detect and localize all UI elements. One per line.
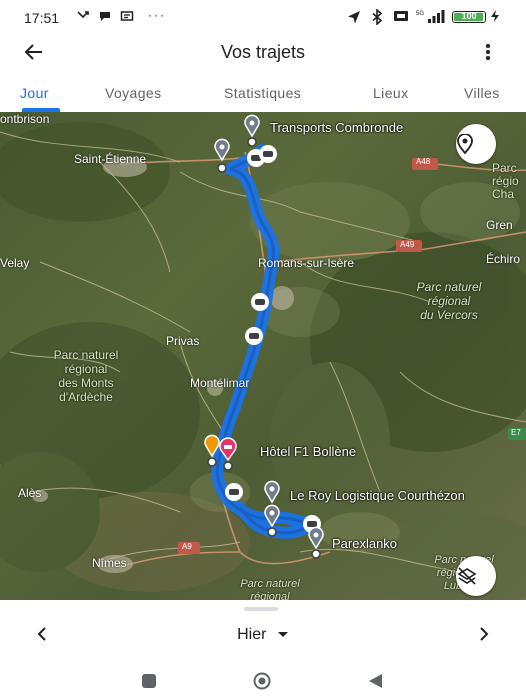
layers-off-icon: [457, 567, 477, 585]
map-label-parc-vercors: Parc naturel régional du Vercors: [416, 280, 482, 322]
sheet-drag-handle[interactable]: [244, 607, 278, 611]
more-notifications-icon: ···: [148, 8, 166, 22]
layers-toggle-button[interactable]: [456, 556, 496, 596]
dropdown-arrow-icon: [277, 631, 288, 637]
tab-jour[interactable]: Jour: [20, 85, 49, 101]
map-label-privas: Privas: [166, 334, 200, 348]
home-button[interactable]: [250, 672, 274, 695]
location-arrow-icon: [346, 9, 362, 28]
highway-label-a9: A9: [182, 542, 192, 551]
status-bar: 17:51 ··· 5G 100: [0, 0, 526, 36]
map-label-parc-ardeche: Parc naturel régional des Monts d'Ardèch…: [53, 348, 119, 404]
bluetooth-icon: [370, 8, 384, 28]
map-view[interactable]: ontbrison Saint-Étienne Transports Combr…: [0, 112, 526, 600]
app-bar: Vos trajets: [0, 36, 526, 76]
signal-icon: 5G: [416, 8, 446, 27]
status-time: 17:51: [24, 10, 60, 26]
highway-label-a49: A49: [400, 240, 415, 249]
map-label-ales: Alès: [18, 486, 42, 500]
day-selector-sheet: Hier: [0, 600, 526, 662]
svg-text:5G: 5G: [416, 11, 424, 17]
highway-label-a48: A48: [416, 157, 431, 166]
map-label-nimes: Nîmes: [92, 556, 127, 570]
map-label-hotel-f1-bollene[interactable]: Hôtel F1 Bollène: [260, 444, 356, 459]
map-label-parc-bottom: Parc naturel régional: [240, 578, 300, 600]
battery-level: 100: [461, 11, 477, 21]
map-label-velay: Velay: [0, 256, 30, 270]
location-pin-icon: [457, 134, 473, 154]
map-label-parc-chartreuse: Parc régio Cha: [492, 161, 519, 201]
vibrate-icon: [392, 9, 410, 26]
map-label-grenoble: Gren: [486, 218, 513, 232]
system-nav-bar: [0, 662, 526, 700]
back-button[interactable]: [366, 672, 384, 695]
tab-bar: Jour Voyages Statistiques Lieux Villes: [0, 76, 526, 112]
tab-lieux[interactable]: Lieux: [373, 85, 408, 101]
charging-icon: [490, 9, 500, 26]
missed-call-icon: [76, 9, 90, 26]
tab-villes[interactable]: Villes: [464, 85, 500, 101]
map-label-romans-sur-isere: Romans-sur-Isère: [258, 256, 355, 270]
location-pin-button[interactable]: [456, 124, 496, 164]
recent-apps-button[interactable]: [140, 672, 158, 695]
more-options-icon[interactable]: [478, 42, 498, 68]
map-label-le-roy-logistique[interactable]: Le Roy Logistique Courthézon: [290, 488, 465, 503]
battery-icon: 100: [452, 11, 486, 23]
map-label-echirolles: Échiro: [486, 252, 521, 266]
tab-voyages[interactable]: Voyages: [105, 85, 162, 101]
map-label-transports-combronde[interactable]: Transports Combronde: [270, 120, 403, 135]
map-label-saint-etienne: Saint-Étienne: [74, 152, 147, 166]
message-icon: [120, 9, 134, 26]
map-label-montbrison: ontbrison: [0, 112, 50, 126]
chat-icon: [98, 9, 112, 26]
tab-statistiques[interactable]: Statistiques: [224, 85, 301, 101]
map-label-parexlanko[interactable]: Parexlanko: [332, 536, 397, 551]
day-dropdown[interactable]: Hier: [0, 626, 526, 644]
next-day-chevron-icon[interactable]: [478, 622, 490, 648]
map-label-montelimar: Montélimar: [190, 376, 250, 390]
page-title: Vos trajets: [220, 42, 306, 62]
day-label: Hier: [237, 626, 267, 643]
highway-label-e7: E7: [511, 428, 521, 437]
